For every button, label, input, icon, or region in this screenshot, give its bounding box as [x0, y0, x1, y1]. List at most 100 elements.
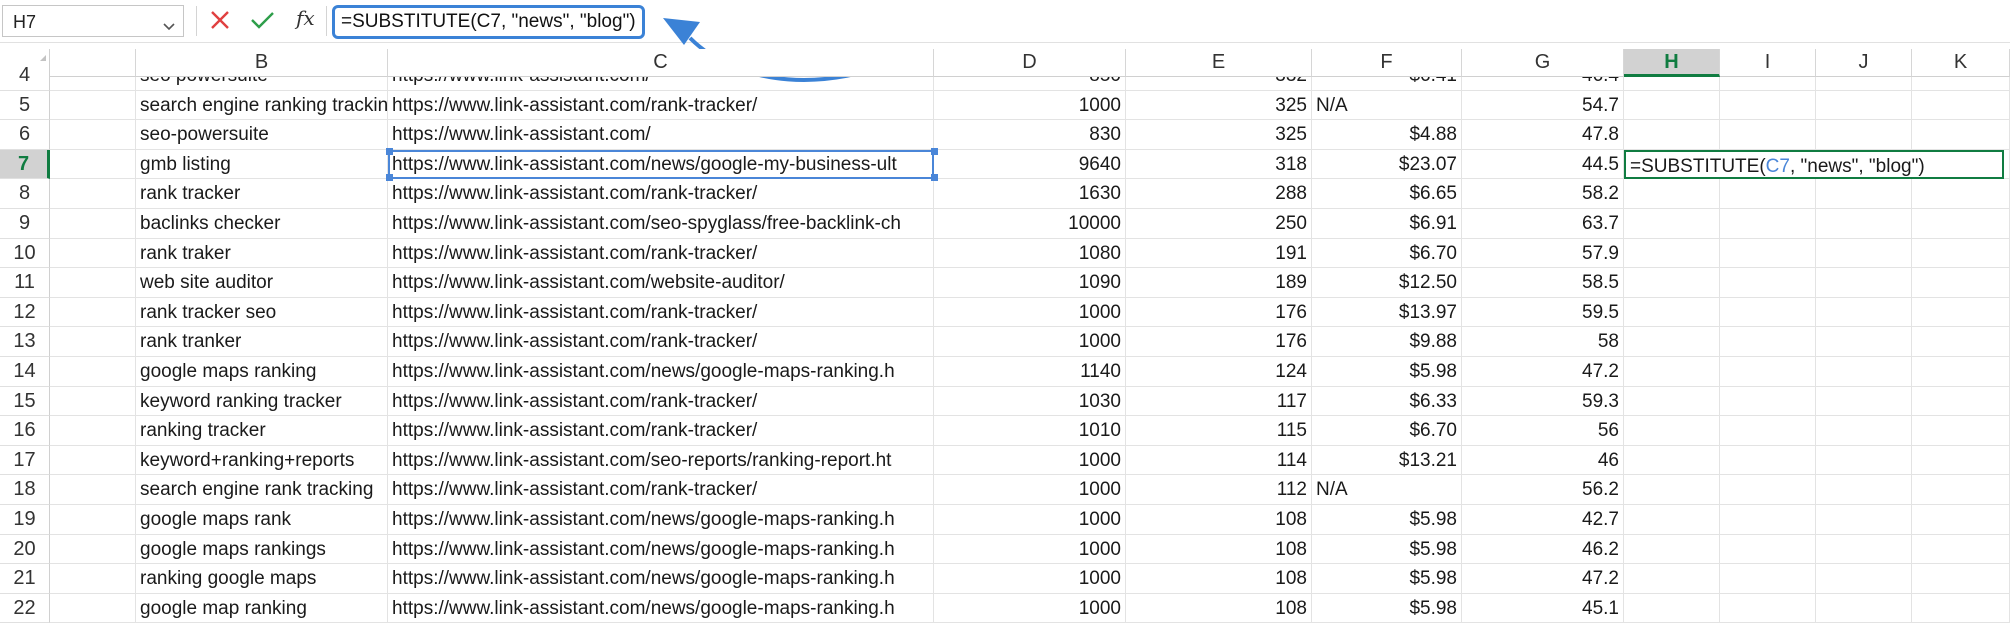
cell-i19[interactable] [1720, 505, 1816, 535]
cell-a17[interactable] [50, 445, 136, 476]
cell-h4[interactable] [1624, 77, 1720, 91]
cell-b7[interactable]: gmb listing [136, 149, 388, 180]
cell-b18[interactable]: search engine rank tracking [136, 475, 388, 505]
cell-h20[interactable] [1624, 534, 1720, 565]
cell-a8[interactable] [50, 179, 136, 209]
column-header-h[interactable]: H [1624, 49, 1720, 77]
row-header-19[interactable]: 19 [0, 505, 50, 535]
cell-g4[interactable]: 46.4 [1462, 77, 1624, 91]
cell-f6[interactable]: $4.88 [1312, 120, 1462, 150]
cell-e10[interactable]: 191 [1126, 238, 1312, 269]
cell-c18[interactable]: https://www.link-assistant.com/rank-trac… [388, 475, 934, 505]
cell-e14[interactable]: 124 [1126, 357, 1312, 387]
formula-input[interactable]: =SUBSTITUTE(C7, "news", "blog") [332, 5, 645, 39]
column-header-e[interactable]: E [1126, 49, 1312, 77]
cell-c5[interactable]: https://www.link-assistant.com/rank-trac… [388, 90, 934, 121]
cell-g11[interactable]: 58.5 [1462, 268, 1624, 298]
cell-i17[interactable] [1720, 445, 1816, 476]
cell-a4[interactable] [50, 77, 136, 91]
selection-handle[interactable] [386, 147, 393, 155]
cell-g10[interactable]: 57.9 [1462, 238, 1624, 269]
cell-g14[interactable]: 47.2 [1462, 357, 1624, 387]
cell-g6[interactable]: 47.8 [1462, 120, 1624, 150]
cell-f7[interactable]: $23.07 [1312, 149, 1462, 180]
row-header-11[interactable]: 11 [0, 268, 50, 298]
cell-c11[interactable]: https://www.link-assistant.com/website-a… [388, 268, 934, 298]
cell-j8[interactable] [1816, 179, 1912, 209]
cell-g12[interactable]: 59.5 [1462, 297, 1624, 328]
cell-a12[interactable] [50, 297, 136, 328]
cell-b13[interactable]: rank tranker [136, 327, 388, 357]
cell-c6[interactable]: https://www.link-assistant.com/ [388, 120, 934, 150]
cell-k10[interactable] [1912, 238, 2010, 269]
cell-j12[interactable] [1816, 297, 1912, 328]
cell-j13[interactable] [1816, 327, 1912, 357]
cell-i21[interactable] [1720, 564, 1816, 594]
cell-h19[interactable] [1624, 505, 1720, 535]
cell-i14[interactable] [1720, 357, 1816, 387]
cell-k19[interactable] [1912, 505, 2010, 535]
row-header-12[interactable]: 12 [0, 297, 50, 328]
cell-a9[interactable] [50, 209, 136, 239]
cell-c16[interactable]: https://www.link-assistant.com/rank-trac… [388, 416, 934, 446]
selection-handle[interactable] [931, 174, 938, 182]
cell-e21[interactable]: 108 [1126, 564, 1312, 594]
cell-f5[interactable]: N/A [1312, 90, 1462, 121]
cell-i9[interactable] [1720, 209, 1816, 239]
cell-j10[interactable] [1816, 238, 1912, 269]
cell-b20[interactable]: google maps rankings [136, 534, 388, 565]
cell-k11[interactable] [1912, 268, 2010, 298]
cell-j15[interactable] [1816, 386, 1912, 417]
cell-h21[interactable] [1624, 564, 1720, 594]
cell-i18[interactable] [1720, 475, 1816, 505]
cell-c20[interactable]: https://www.link-assistant.com/news/goog… [388, 534, 934, 565]
cell-c14[interactable]: https://www.link-assistant.com/news/goog… [388, 357, 934, 387]
cell-j5[interactable] [1816, 90, 1912, 121]
cell-d11[interactable]: 1090 [934, 268, 1126, 298]
cell-d6[interactable]: 830 [934, 120, 1126, 150]
cell-a14[interactable] [50, 357, 136, 387]
cell-d15[interactable]: 1030 [934, 386, 1126, 417]
cell-b19[interactable]: google maps rank [136, 505, 388, 535]
cell-b12[interactable]: rank tracker seo [136, 297, 388, 328]
cell-f22[interactable]: $5.98 [1312, 593, 1462, 624]
cell-j11[interactable] [1816, 268, 1912, 298]
cell-h22[interactable] [1624, 593, 1720, 624]
cell-k21[interactable] [1912, 564, 2010, 594]
cell-c13[interactable]: https://www.link-assistant.com/rank-trac… [388, 327, 934, 357]
row-header-9[interactable]: 9 [0, 209, 50, 239]
cell-j21[interactable] [1816, 564, 1912, 594]
cell-d8[interactable]: 1630 [934, 179, 1126, 209]
cell-g21[interactable]: 47.2 [1462, 564, 1624, 594]
cell-e16[interactable]: 115 [1126, 416, 1312, 446]
x-icon[interactable] [204, 6, 236, 36]
cell-c22[interactable]: https://www.link-assistant.com/news/goog… [388, 593, 934, 624]
row-header-5[interactable]: 5 [0, 90, 50, 121]
cell-c4[interactable]: https://www.link-assistant.com/ [388, 77, 934, 91]
cell-a11[interactable] [50, 268, 136, 298]
cell-f16[interactable]: $6.70 [1312, 416, 1462, 446]
cell-i6[interactable] [1720, 120, 1816, 150]
cell-g22[interactable]: 45.1 [1462, 593, 1624, 624]
cell-e18[interactable]: 112 [1126, 475, 1312, 505]
cell-j19[interactable] [1816, 505, 1912, 535]
cell-f8[interactable]: $6.65 [1312, 179, 1462, 209]
selection-handle[interactable] [386, 174, 393, 182]
cell-i15[interactable] [1720, 386, 1816, 417]
column-header-c[interactable]: C [388, 49, 934, 77]
cell-h13[interactable] [1624, 327, 1720, 357]
cell-e19[interactable]: 108 [1126, 505, 1312, 535]
cell-f17[interactable]: $13.21 [1312, 445, 1462, 476]
cell-g19[interactable]: 42.7 [1462, 505, 1624, 535]
cell-k4[interactable] [1912, 77, 2010, 91]
cell-j16[interactable] [1816, 416, 1912, 446]
cell-a13[interactable] [50, 327, 136, 357]
cell-d4[interactable]: 850 [934, 77, 1126, 91]
cell-d13[interactable]: 1000 [934, 327, 1126, 357]
cell-k18[interactable] [1912, 475, 2010, 505]
cell-h9[interactable] [1624, 209, 1720, 239]
cell-b11[interactable]: web site auditor [136, 268, 388, 298]
cell-a20[interactable] [50, 534, 136, 565]
cell-f15[interactable]: $6.33 [1312, 386, 1462, 417]
cell-d16[interactable]: 1010 [934, 416, 1126, 446]
